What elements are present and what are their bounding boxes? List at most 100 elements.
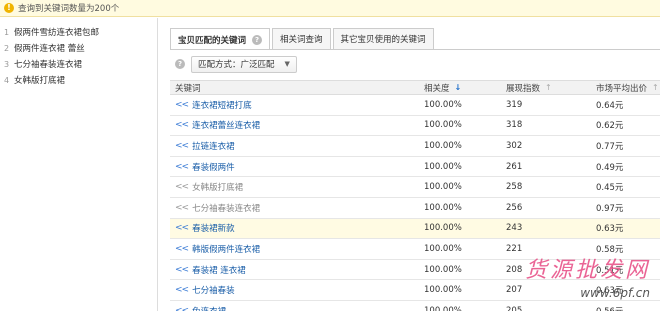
sort-icon[interactable]: ↑ — [545, 83, 552, 92]
keyword-link[interactable]: 春装裙 连衣裙 — [192, 264, 246, 276]
tab-related-keywords[interactable]: 相关词查询 — [272, 28, 331, 49]
display-index-cell: 207 — [506, 285, 523, 296]
keyword-link[interactable]: 女韩版打底裙 — [192, 181, 243, 193]
display-index-cell: 318 — [506, 120, 523, 131]
list-item-number: 2 — [4, 43, 10, 53]
keyword-table: 关键词 相关度 ↓ 展现指数 ↑ 市场平均出价 ↑ << 连衣裙短裙打底 100.0… — [170, 80, 660, 311]
display-index-cell: 205 — [506, 305, 523, 311]
add-keyword-icon[interactable]: << — [175, 265, 189, 275]
sort-icon[interactable]: ↑ — [652, 83, 659, 92]
tab-label: 相关词查询 — [280, 35, 323, 45]
avg-price-cell: 0.62元 — [596, 121, 624, 132]
table-row: <<兔连衣裙 100.00% 205 0.56元 — [170, 301, 660, 311]
relevance-cell: 100.00% — [424, 285, 462, 296]
keyword-link[interactable]: 连衣裙短裙打底 — [192, 99, 252, 111]
relevance-cell: 100.00% — [424, 140, 462, 151]
add-keyword-icon[interactable]: << — [175, 285, 189, 295]
display-index-cell: 221 — [506, 243, 523, 254]
display-index-cell: 258 — [506, 182, 523, 193]
add-keyword-icon[interactable]: << — [175, 120, 189, 130]
keyword-link[interactable]: 兔连衣裙 — [192, 305, 226, 311]
left-keyword-panel: 1 假两件雪纺连衣裙包邮 2 假两件连衣裙 蕾丝 3 七分袖春装连衣裙 4 女韩版打底裙 — [0, 18, 158, 311]
table-body: << 连衣裙短裙打底 100.00% 319 0.64元 << 连衣裙蕾丝连衣裙 100.00… — [170, 95, 660, 311]
keyword-link[interactable]: 七分袖春装连衣裙 — [192, 202, 260, 214]
add-keyword-icon[interactable]: << — [175, 223, 189, 233]
relevance-cell: 100.00% — [424, 243, 462, 254]
header-avg-price-label: 市场平均出价 — [596, 83, 648, 94]
sort-desc-icon[interactable]: ↓ — [455, 83, 462, 92]
display-index-cell: 261 — [506, 161, 523, 172]
avg-price-cell: 0.77元 — [596, 141, 624, 152]
list-item-text: 七分袖春装连衣裙 — [14, 60, 83, 70]
keyword-cell: << 女韩版打底裙 — [170, 181, 421, 193]
table-row: << 春装假两件 100.00% 261 0.49元 — [170, 157, 660, 178]
keyword-link[interactable]: 连衣裙蕾丝连衣裙 — [192, 119, 260, 131]
list-item[interactable]: 3 七分袖春装连衣裙 — [0, 56, 157, 72]
tab-bar: 宝贝匹配的关键词 ? 相关词查询 其它宝贝使用的关键词 — [170, 28, 436, 50]
keyword-cell: << 七分袖春装 — [170, 284, 421, 296]
add-keyword-icon[interactable]: << — [175, 306, 189, 311]
keyword-cell: << 春装假两件 — [170, 161, 421, 173]
avg-price-cell: 0.58元 — [596, 244, 624, 255]
keyword-cell: << 春装裙新款 — [170, 222, 421, 234]
display-index-cell: 243 — [506, 223, 523, 234]
avg-price-cell: 0.63元 — [596, 224, 624, 235]
avg-price-cell: 0.64元 — [596, 100, 624, 111]
list-item-text: 假两件连衣裙 蕾丝 — [14, 44, 85, 54]
header-keyword: 关键词 — [175, 83, 201, 94]
help-icon[interactable]: ? — [252, 34, 263, 45]
display-index-cell: 319 — [506, 99, 523, 110]
avg-price-cell: 0.56元 — [593, 305, 660, 311]
avg-price-cell: 0.49元 — [596, 162, 624, 173]
keyword-link[interactable]: 春装裙新款 — [192, 222, 235, 234]
display-index-cell: 256 — [506, 202, 523, 213]
add-keyword-icon[interactable]: << — [175, 244, 189, 254]
keyword-cell: << 拉链连衣裙 — [170, 140, 421, 152]
add-keyword-icon[interactable]: << — [175, 203, 189, 213]
add-keyword-icon[interactable]: << — [175, 182, 189, 192]
add-keyword-icon[interactable]: << — [175, 162, 189, 172]
header-avg-price[interactable]: 市场平均出价 ↑ — [593, 82, 660, 94]
table-row: << 七分袖春装 100.00% 207 0.63元 — [170, 280, 660, 301]
relevance-cell: 100.00% — [424, 202, 462, 213]
help-icon[interactable]: ? — [175, 59, 185, 69]
table-row: << 春装裙新款 100.00% 243 0.63元 — [170, 218, 660, 240]
left-keyword-list: 1 假两件雪纺连衣裙包邮 2 假两件连衣裙 蕾丝 3 七分袖春装连衣裙 4 女韩版打底裙 — [0, 18, 157, 88]
display-index-cell: 208 — [506, 264, 523, 275]
list-item-number: 3 — [4, 59, 10, 69]
keyword-link[interactable]: 春装假两件 — [192, 161, 235, 173]
add-keyword-icon[interactable]: << — [175, 141, 189, 151]
list-item-text: 假两件雪纺连衣裙包邮 — [14, 28, 100, 38]
notice-text: 查询到关键词数量为200个 — [18, 4, 120, 14]
header-display-index[interactable]: 展现指数 ↑ — [503, 82, 593, 94]
avg-price-cell: 0.63元 — [596, 286, 624, 297]
table-row: << 七分袖春装连衣裙 100.00% 256 0.97元 — [170, 198, 660, 219]
list-item-text: 女韩版打底裙 — [14, 76, 66, 86]
avg-price-cell: 0.97元 — [596, 203, 624, 214]
keyword-link[interactable]: 韩版假两件连衣裙 — [192, 243, 260, 255]
match-type-select[interactable]: 匹配方式： 广泛匹配 ▼ — [191, 55, 297, 73]
tab-other-item-keywords[interactable]: 其它宝贝使用的关键词 — [332, 28, 434, 49]
match-type-value: 广泛匹配 — [240, 60, 275, 70]
tab-matched-keywords[interactable]: 宝贝匹配的关键词 ? — [170, 28, 271, 50]
header-relevance[interactable]: 相关度 ↓ — [421, 82, 503, 94]
relevance-cell: 100.00% — [424, 120, 462, 131]
table-row: << 连衣裙蕾丝连衣裙 100.00% 318 0.62元 — [170, 116, 660, 137]
list-item-number: 4 — [4, 75, 10, 85]
tab-divider — [170, 49, 660, 50]
tab-label: 宝贝匹配的关键词 — [178, 35, 247, 46]
keyword-cell: << 韩版假两件连衣裙 — [170, 243, 421, 255]
avg-price-cell: 0.45元 — [596, 183, 624, 194]
table-row: << 女韩版打底裙 100.00% 258 0.45元 — [170, 177, 660, 198]
keyword-link[interactable]: 拉链连衣裙 — [192, 140, 235, 152]
table-header: 关键词 相关度 ↓ 展现指数 ↑ 市场平均出价 ↑ — [170, 80, 660, 95]
header-display-index-label: 展现指数 — [506, 83, 541, 94]
header-relevance-label: 相关度 — [424, 83, 450, 94]
keyword-link[interactable]: 七分袖春装 — [192, 284, 235, 296]
list-item[interactable]: 4 女韩版打底裙 — [0, 72, 157, 88]
add-keyword-icon[interactable]: << — [175, 100, 189, 110]
list-item[interactable]: 2 假两件连衣裙 蕾丝 — [0, 40, 157, 56]
avg-price-cell: 0.51元 — [596, 265, 624, 276]
relevance-cell: 100.00% — [424, 305, 462, 311]
list-item[interactable]: 1 假两件雪纺连衣裙包邮 — [0, 24, 157, 40]
